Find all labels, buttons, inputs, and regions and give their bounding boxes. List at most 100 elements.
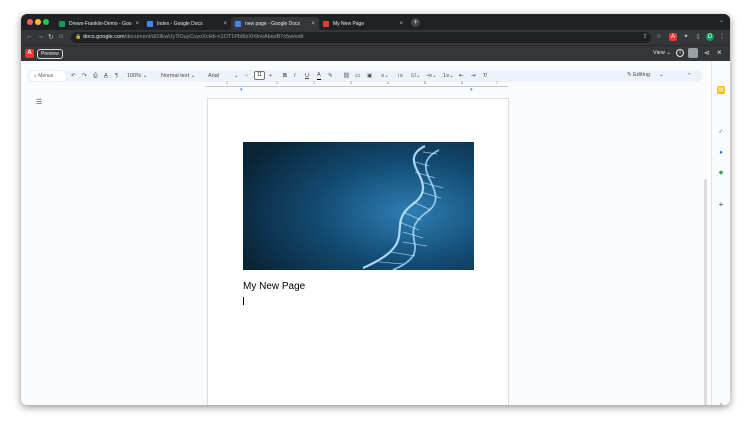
image-background (243, 142, 474, 270)
share-icon[interactable]: ⋖ (704, 49, 710, 57)
ruler-mark: 4 (387, 81, 389, 85)
decrease-font-size-button[interactable]: − (245, 72, 248, 80)
align-icon[interactable]: ≡⌄ (381, 72, 389, 80)
style-select[interactable]: Normal text ⌄ (161, 72, 195, 80)
url-host: docs.google.com (83, 34, 125, 40)
url-field[interactable]: 🔒 docs.google.com/document/d/1lEwUy7lOuy… (71, 32, 651, 43)
document-page[interactable]: My New Page (207, 98, 509, 405)
zoom-select[interactable]: 100% ⌄ (127, 72, 147, 80)
bookmark-star-icon[interactable]: ☆ (655, 33, 663, 41)
contacts-icon[interactable]: ● (717, 149, 725, 157)
side-panel: ▤ ✓ ● ◆ + › (711, 61, 730, 405)
bulleted-list-icon[interactable]: •≡⌄ (427, 72, 437, 80)
ruler-mark: 2 (313, 81, 315, 85)
tab-new-page[interactable]: new page - Google Docs × (231, 17, 319, 30)
minimize-window-button[interactable] (35, 19, 41, 25)
font-select[interactable]: Arial (208, 72, 219, 80)
image-icon[interactable]: ▣ (367, 72, 372, 80)
ruler-line (206, 86, 508, 87)
clear-formatting-icon[interactable]: T̸ (483, 72, 486, 80)
docs-icon (147, 20, 153, 27)
tab-search-icon[interactable]: ⌄ (719, 17, 724, 24)
numbered-list-icon[interactable]: 1≡⌄ (443, 72, 454, 80)
text-color-button[interactable]: A (317, 72, 321, 80)
maps-icon[interactable]: ◆ (717, 169, 725, 177)
line-spacing-icon[interactable]: ↕≡ (397, 72, 403, 80)
extensions-puzzle-icon[interactable]: ✦ (682, 33, 690, 41)
style-value: Normal text (161, 73, 190, 79)
collapse-menus-icon[interactable]: ⌃ (687, 72, 692, 80)
underline-button[interactable]: U (305, 72, 309, 80)
document-outline-icon[interactable]: ☰ (36, 98, 42, 106)
new-tab-button[interactable]: + (411, 18, 420, 27)
document-canvas: ☰ My New Page (21, 91, 711, 405)
forward-icon[interactable]: → (37, 33, 44, 40)
tab-drews-franklin[interactable]: Drews-Franklin-Demo - Goo × (55, 17, 143, 30)
docs-toolbar: ⌕ Menus ↶ ↷ ⎙ A̲ ¶ 100% ⌄ Normal text ⌄ … (27, 70, 702, 82)
highlight-icon[interactable]: ✎ (328, 72, 333, 80)
docs-header: ⌕ Menus ↶ ↷ ⎙ A̲ ¶ 100% ⌄ Normal text ⌄ … (21, 61, 730, 82)
browser-window: Drews-Franklin-Demo - Goo × Index - Goog… (21, 14, 730, 405)
share-icon[interactable]: ⇪ (641, 33, 649, 41)
decrease-indent-icon[interactable]: ⇤ (459, 72, 464, 80)
url-path: /document/d/1lEwUy7lOuyCuyoXcHb-n1OT1Pb8… (124, 34, 304, 40)
reload-icon[interactable]: ↻ (48, 33, 54, 41)
spellcheck-icon[interactable]: A̲ (104, 72, 108, 80)
document-heading[interactable]: My New Page (243, 281, 305, 292)
info-icon[interactable]: i (676, 49, 684, 57)
text-cursor (243, 297, 244, 305)
preview-button[interactable]: Preview (37, 49, 63, 59)
extension-a-icon[interactable]: A (669, 33, 677, 41)
expand-panel-icon[interactable]: › (717, 401, 725, 405)
sidebar-icon[interactable]: ▯ (694, 33, 702, 41)
italic-button[interactable]: I (294, 72, 296, 80)
menu-dots-icon[interactable]: ⋮ (718, 33, 726, 41)
checklist-icon[interactable]: ☑⌄ (411, 72, 421, 80)
font-size-input[interactable]: 11 (254, 71, 265, 80)
ruler-mark: 6 (461, 81, 463, 85)
undo-icon[interactable]: ↶ (71, 72, 76, 80)
close-icon[interactable]: × (399, 21, 403, 27)
home-icon[interactable]: ⌂ (59, 33, 63, 40)
editing-mode-label: Editing (633, 72, 650, 78)
editing-mode-select[interactable]: ✎ Editing ⌄ (627, 72, 664, 78)
chevron-down-icon[interactable]: ⌄ (234, 72, 239, 80)
avatar[interactable] (688, 48, 698, 58)
tab-my-new-page[interactable]: My New Page × (319, 17, 407, 30)
font-value: Arial (208, 73, 220, 79)
paint-format-icon[interactable]: ¶ (115, 72, 118, 80)
close-icon[interactable]: × (223, 21, 227, 27)
profile-avatar[interactable]: D (706, 33, 714, 41)
close-icon[interactable]: × (135, 21, 139, 27)
dna-image[interactable] (243, 142, 474, 270)
vertical-scrollbar[interactable] (704, 179, 707, 405)
drive-icon (59, 20, 65, 27)
close-icon[interactable]: × (311, 21, 315, 27)
tab-strip: Drews-Franklin-Demo - Goo × Index - Goog… (21, 14, 730, 30)
search-icon: ⌕ (34, 73, 37, 79)
back-icon[interactable]: ← (26, 33, 33, 40)
tab-title: Drews-Franklin-Demo - Goo (69, 20, 132, 27)
menus-label: Menus (38, 73, 54, 79)
close-window-button[interactable] (27, 19, 33, 25)
close-icon[interactable]: × (717, 48, 722, 57)
maximize-window-button[interactable] (43, 19, 49, 25)
view-dropdown[interactable]: View ⌄ (653, 50, 671, 56)
add-addon-icon[interactable]: + (717, 201, 725, 209)
tab-index[interactable]: Index - Google Docs × (143, 17, 231, 30)
increase-indent-icon[interactable]: ⇥ (471, 72, 476, 80)
keep-icon[interactable]: ▤ (717, 86, 725, 94)
docs-icon (235, 20, 241, 27)
comment-icon[interactable]: ▭ (355, 72, 360, 80)
increase-font-size-button[interactable]: + (269, 72, 272, 80)
redo-icon[interactable]: ↷ (82, 72, 87, 80)
horizontal-ruler: ▾ ▾ 1 1 2 3 4 5 6 7 (206, 81, 508, 93)
view-label: View (653, 50, 665, 56)
link-icon[interactable]: ⛓ (343, 72, 350, 80)
tasks-icon[interactable]: ✓ (717, 128, 725, 136)
menus-search[interactable]: ⌕ Menus (30, 71, 66, 81)
bold-button[interactable]: B (283, 72, 287, 80)
tab-title: My New Page (333, 20, 365, 27)
print-icon[interactable]: ⎙ (93, 72, 97, 80)
lock-icon: 🔒 (75, 34, 82, 40)
